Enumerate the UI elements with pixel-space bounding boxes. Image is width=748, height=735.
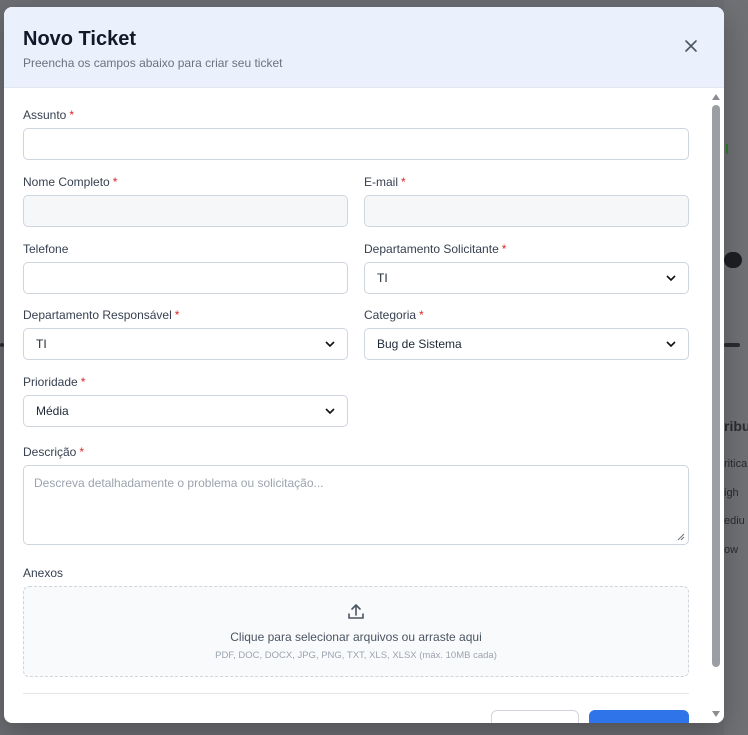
dep-solicitante-label: Departamento Solicitante (364, 242, 499, 256)
background-heading: ribu (724, 418, 748, 434)
background-text: ow (724, 544, 739, 556)
anexos-label: Anexos (23, 566, 64, 580)
prioridade-label: Prioridade (23, 375, 78, 389)
chevron-down-icon (666, 341, 676, 347)
telefone-label: Telefone (23, 242, 69, 256)
descricao-placeholder: Descreva detalhadamente o problema ou so… (34, 476, 324, 490)
field-telefone: Telefone (23, 242, 348, 294)
modal-header: Novo Ticket Preencha os campos abaixo pa… (4, 7, 724, 88)
assunto-label: Assunto (23, 108, 67, 122)
descricao-textarea[interactable]: Descreva detalhadamente o problema ou so… (23, 465, 689, 545)
background-status-mark (726, 144, 734, 154)
categoria-value: Bug de Sistema (377, 337, 462, 351)
dropzone-text: Clique para selecionar arquivos ou arras… (230, 630, 482, 644)
field-categoria: Categoria * Bug de Sistema (364, 308, 689, 360)
footer-divider (23, 693, 689, 694)
background-text: ritica (724, 458, 748, 470)
email-input[interactable] (364, 195, 689, 227)
required-mark: * (174, 308, 180, 322)
required-mark: * (69, 108, 75, 122)
field-descricao: Descrição * Descreva detalhadamente o pro… (23, 445, 689, 545)
scroll-up-arrow-icon[interactable] (712, 94, 720, 100)
background-badge (724, 252, 742, 268)
background-text: igh (724, 487, 739, 499)
new-ticket-modal: Novo Ticket Preencha os campos abaixo pa… (4, 7, 724, 723)
dep-responsavel-label: Departamento Responsável (23, 308, 172, 322)
resize-handle-icon[interactable] (677, 533, 685, 541)
scrollbar-thumb[interactable] (712, 105, 720, 667)
scrollbar[interactable] (708, 89, 724, 723)
field-prioridade: Prioridade * Média (23, 375, 348, 427)
required-mark: * (112, 175, 118, 189)
telefone-input[interactable] (23, 262, 348, 294)
dep-responsavel-select[interactable]: TI (23, 328, 348, 360)
nome-input[interactable] (23, 195, 348, 227)
modal-title: Novo Ticket (23, 28, 136, 50)
background-text: ediu (724, 515, 745, 527)
field-dep-solicitante: Departamento Solicitante * TI (364, 242, 689, 294)
dep-responsavel-value: TI (36, 337, 47, 351)
required-mark: * (501, 242, 507, 256)
field-anexos: Anexos Clique para selecionar arquivos o… (23, 566, 689, 677)
field-dep-responsavel: Departamento Responsável * TI (23, 308, 348, 360)
categoria-label: Categoria (364, 308, 417, 322)
assunto-input[interactable] (23, 128, 689, 160)
field-email: E-mail * (364, 175, 689, 227)
field-assunto: Assunto * (23, 108, 689, 160)
close-icon[interactable] (684, 39, 698, 53)
prioridade-value: Média (36, 404, 69, 418)
required-mark: * (419, 308, 424, 322)
chevron-down-icon (325, 341, 335, 347)
chevron-down-icon (325, 408, 335, 414)
file-dropzone[interactable]: Clique para selecionar arquivos ou arras… (23, 586, 689, 677)
submit-button[interactable] (589, 710, 689, 723)
chevron-down-icon (666, 275, 676, 281)
categoria-select[interactable]: Bug de Sistema (364, 328, 689, 360)
upload-icon (348, 604, 364, 619)
prioridade-select[interactable]: Média (23, 395, 348, 427)
required-mark: * (80, 375, 86, 389)
descricao-label: Descrição (23, 445, 77, 459)
dep-solicitante-value: TI (377, 271, 388, 285)
required-mark: * (79, 445, 85, 459)
background-bar (724, 343, 740, 347)
background-panel (724, 0, 748, 735)
modal-subtitle: Preencha os campos abaixo para criar seu… (23, 56, 283, 70)
nome-label: Nome Completo (23, 175, 110, 189)
field-nome: Nome Completo * (23, 175, 348, 227)
dropzone-formats: PDF, DOC, DOCX, JPG, PNG, TXT, XLS, XLSX… (215, 650, 497, 661)
required-mark: * (401, 175, 406, 189)
dep-solicitante-select[interactable]: TI (364, 262, 689, 294)
email-label: E-mail (364, 175, 399, 189)
cancel-button[interactable] (491, 710, 579, 723)
scroll-down-arrow-icon[interactable] (712, 711, 720, 717)
